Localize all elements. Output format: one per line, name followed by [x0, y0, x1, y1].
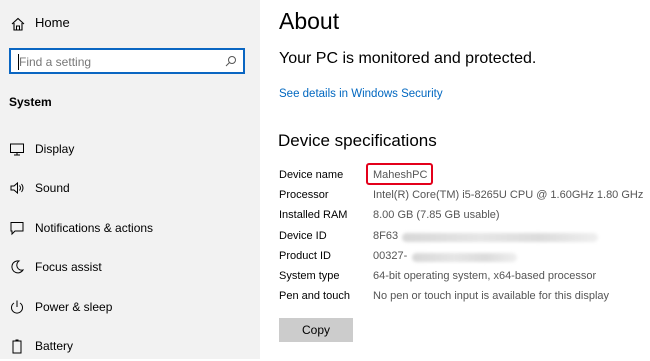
spec-row-installed-ram: Installed RAM 8.00 GB (7.85 GB usable): [279, 209, 650, 227]
spec-label: System type: [279, 270, 340, 282]
device-name-highlight: [366, 163, 433, 185]
spec-value: 8.00 GB (7.85 GB usable): [373, 209, 500, 221]
main-content: About Your PC is monitored and protected…: [260, 0, 650, 359]
sidebar-item-label: Focus assist: [35, 260, 102, 274]
sidebar-item-label: Power & sleep: [35, 300, 113, 314]
spec-row-processor: Processor Intel(R) Core(TM) i5-8265U CPU…: [279, 189, 650, 207]
battery-icon: [12, 339, 22, 354]
power-icon: [11, 300, 23, 314]
sidebar-item-label: Sound: [35, 181, 70, 195]
spec-row-pen-touch: Pen and touch No pen or touch input is a…: [279, 290, 650, 308]
section-title: System: [9, 95, 52, 109]
sidebar-item-notifications[interactable]: Notifications & actions: [0, 213, 260, 243]
spec-value: 00327-: [373, 250, 408, 262]
spec-label: Device name: [279, 169, 344, 181]
spec-label: Processor: [279, 189, 329, 201]
sidebar-item-battery[interactable]: Battery: [0, 331, 260, 361]
sidebar-item-label: Battery: [35, 339, 74, 353]
sidebar-item-label: Display: [35, 142, 75, 156]
search-field[interactable]: [9, 48, 245, 74]
redacted-device-id: [402, 233, 598, 242]
device-specifications-heading: Device specifications: [278, 131, 437, 150]
redacted-product-id: [412, 253, 517, 262]
spec-value: 8F63: [373, 230, 399, 242]
monitor-icon: [10, 143, 24, 156]
copy-button[interactable]: Copy: [279, 318, 353, 342]
spec-value: 64-bit operating system, x64-based proce…: [373, 270, 597, 282]
sidebar-item-sound[interactable]: Sound: [0, 173, 260, 203]
spec-value: Intel(R) Core(TM) i5-8265U CPU @ 1.60GHz…: [373, 189, 644, 201]
home-nav-item[interactable]: Home: [0, 10, 260, 38]
protection-status: Your PC is monitored and protected.: [279, 50, 537, 67]
home-label: Home: [35, 15, 70, 30]
moon-icon: [11, 260, 25, 274]
notification-icon: [10, 222, 24, 236]
windows-security-link[interactable]: See details in Windows Security: [279, 88, 443, 100]
spec-label: Installed RAM: [279, 209, 348, 221]
page-title: About: [279, 8, 340, 34]
sidebar-item-display[interactable]: Display: [0, 134, 260, 164]
spec-label: Pen and touch: [279, 290, 350, 302]
search-icon[interactable]: [225, 55, 237, 67]
sidebar-item-focus-assist[interactable]: Focus assist: [0, 252, 260, 282]
spec-row-system-type: System type 64-bit operating system, x64…: [279, 270, 650, 288]
home-icon: [11, 17, 25, 31]
sidebar-item-power-sleep[interactable]: Power & sleep: [0, 292, 260, 322]
search-input[interactable]: [19, 53, 219, 71]
spec-row-device-name: Device name MaheshPC: [279, 169, 650, 187]
spec-label: Device ID: [279, 230, 327, 242]
sidebar-item-label: Notifications & actions: [35, 221, 154, 235]
spec-label: Product ID: [279, 250, 331, 262]
speaker-icon: [10, 181, 24, 195]
sidebar: Home System Display Sound Notifications …: [0, 0, 260, 359]
spec-value: No pen or touch input is available for t…: [373, 290, 610, 302]
